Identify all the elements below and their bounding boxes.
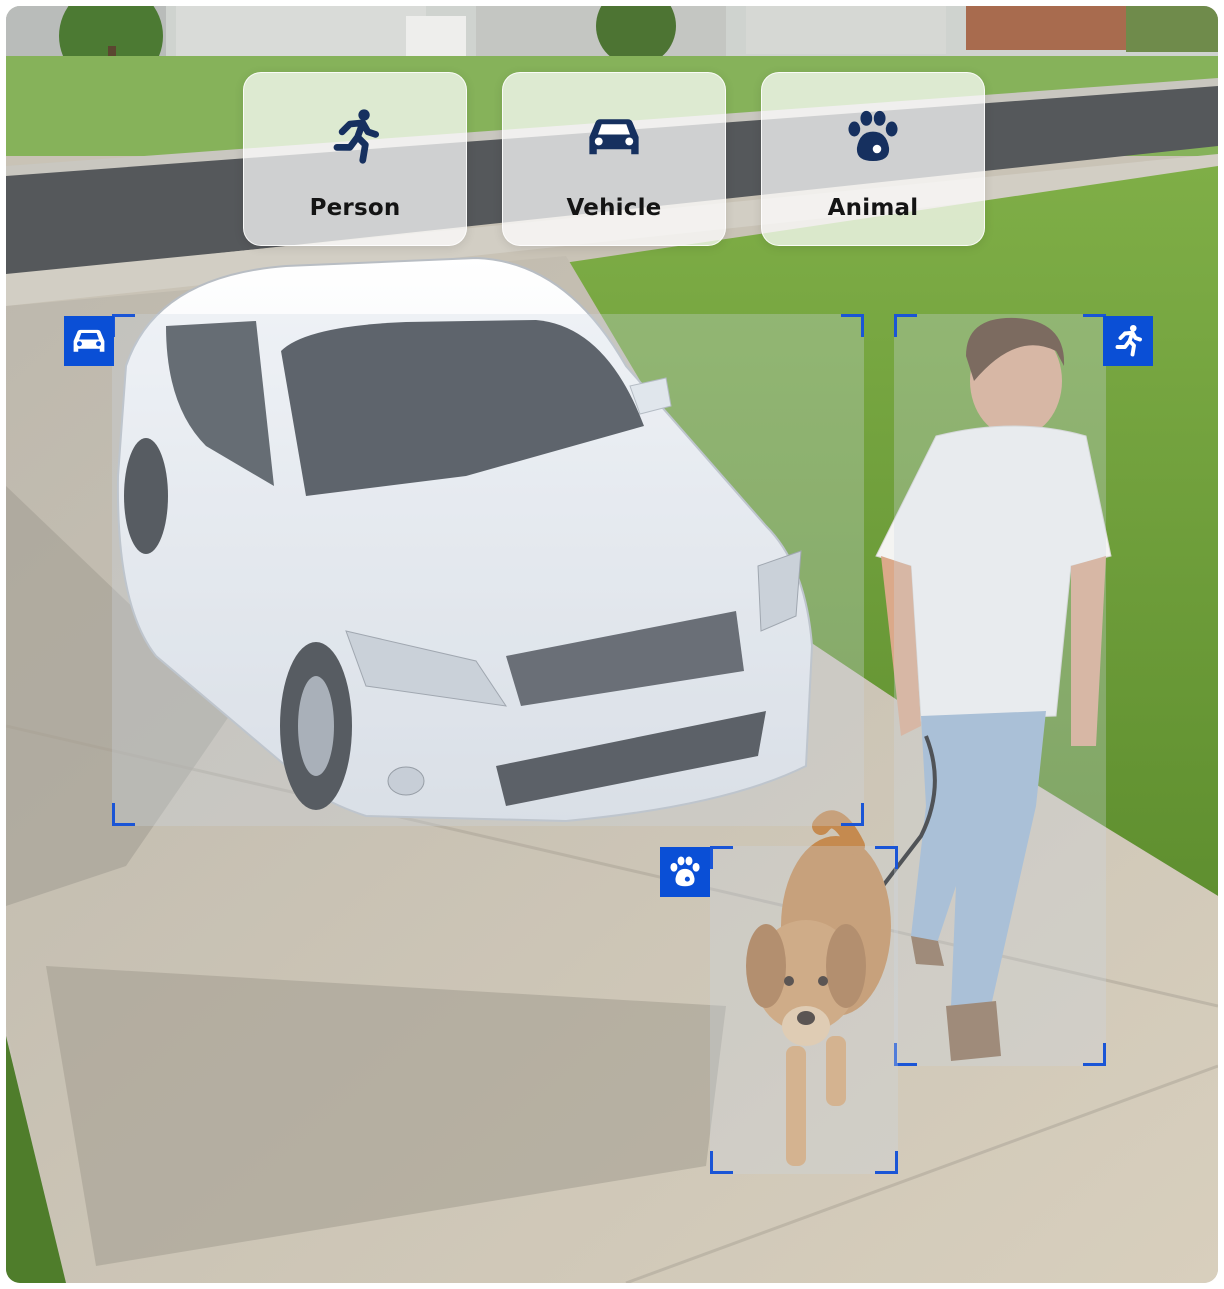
vehicle-detection-box	[112, 314, 864, 826]
bracket-corner	[894, 314, 917, 337]
animal-detection-badge	[660, 847, 710, 897]
detection-type-label: Vehicle	[566, 195, 662, 221]
paw-icon	[841, 105, 905, 169]
bracket-corner	[841, 803, 864, 826]
bracket-corner	[841, 314, 864, 337]
vehicle-detection-badge	[64, 316, 114, 366]
bracket-corner	[1083, 1043, 1106, 1066]
camera-view: Person Vehicle Animal	[6, 6, 1218, 1283]
running-person-icon	[1115, 324, 1142, 357]
person-detection-box	[894, 314, 1106, 1066]
person-detection-badge	[1103, 316, 1153, 366]
detection-type-vehicle: Vehicle	[502, 72, 726, 246]
bracket-corner	[710, 1151, 733, 1174]
detection-type-label: Person	[309, 195, 401, 221]
car-icon	[582, 105, 646, 169]
bracket-corner	[112, 314, 135, 337]
bracket-corner	[875, 846, 898, 869]
detection-type-label: Animal	[827, 195, 919, 221]
paw-icon	[670, 856, 700, 887]
bracket-corner	[112, 803, 135, 826]
running-person-icon	[323, 105, 387, 169]
bracket-corner	[710, 846, 733, 869]
car-icon	[73, 329, 105, 352]
animal-detection-box	[710, 846, 898, 1174]
detection-type-person: Person	[243, 72, 467, 246]
bracket-corner	[875, 1151, 898, 1174]
detection-type-animal: Animal	[761, 72, 985, 246]
